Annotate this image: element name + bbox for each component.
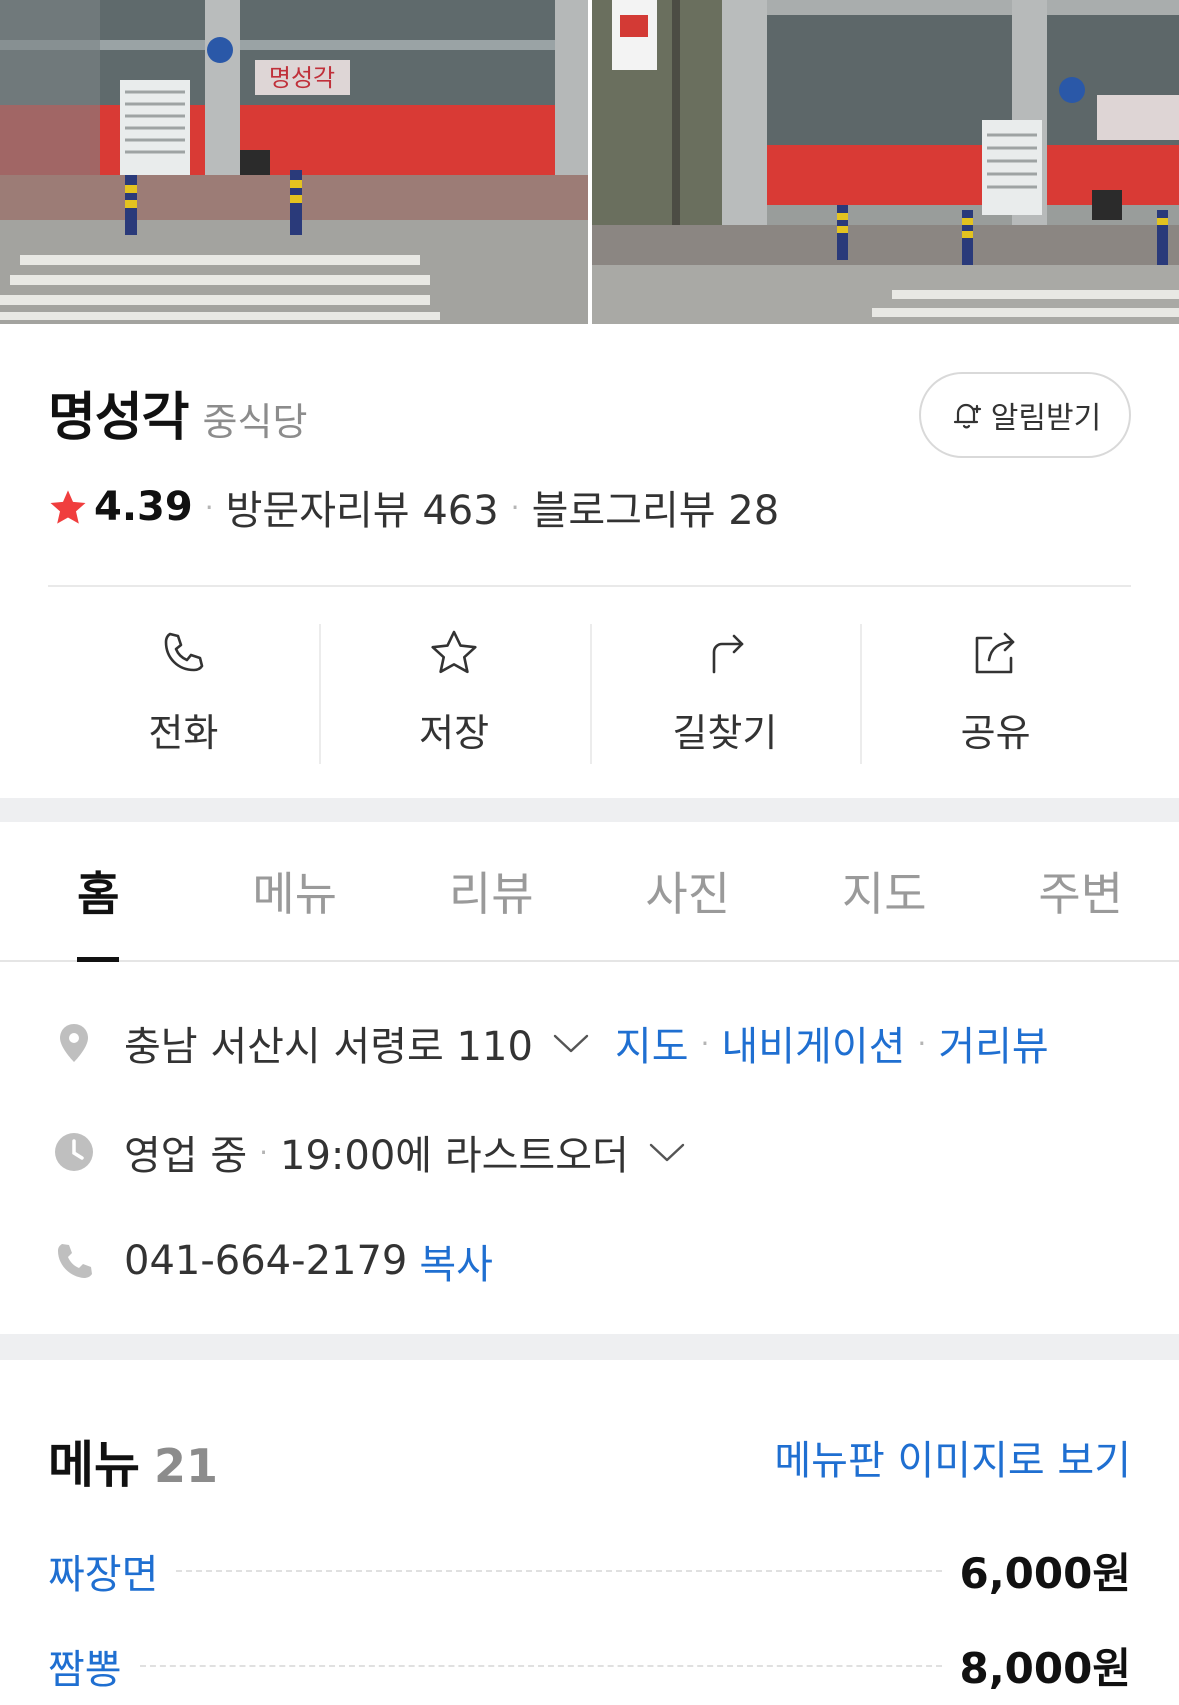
phone-row: 041-664-2179 복사 xyxy=(52,1232,493,1290)
hours-status: 영업 중 xyxy=(124,1133,248,1179)
rating-score: 4.39 xyxy=(94,484,193,530)
copy-button[interactable]: 복사 xyxy=(419,1232,493,1290)
rating-row: 4.39 · 방문자리뷰 463 · 블로그리뷰 28 xyxy=(48,478,779,536)
place-category: 중식당 xyxy=(202,400,308,444)
menu-item[interactable]: 짜장면 6,000원 xyxy=(48,1540,1131,1601)
dotted-leader xyxy=(139,1664,942,1667)
directions-button[interactable]: 길찾기 xyxy=(589,622,861,764)
action-bar: 전화 저장 길찾기 공유 xyxy=(48,622,1131,764)
place-name: 명성각 xyxy=(48,388,190,448)
separator-dot: · xyxy=(204,490,214,524)
menu-image-link[interactable]: 메뉴판 이미지로 보기 xyxy=(774,1428,1131,1486)
sign-text: 명성각 xyxy=(269,64,335,92)
menu-count: 21 xyxy=(154,1439,219,1493)
directions-label: 길찾기 xyxy=(672,711,778,755)
menu-header: 메뉴 21 xyxy=(48,1425,218,1497)
tab-map[interactable]: 지도 xyxy=(786,822,983,960)
share-button[interactable]: 공유 xyxy=(860,622,1131,764)
call-label: 전화 xyxy=(148,711,219,755)
phone-icon xyxy=(165,632,204,672)
chevron-down-icon[interactable] xyxy=(551,1031,591,1055)
bell-plus-icon xyxy=(953,403,981,429)
section-gap xyxy=(0,798,1179,822)
section-gap xyxy=(0,1334,1179,1360)
phone-filled-icon xyxy=(58,1244,92,1278)
menu-item[interactable]: 짬뽕 8,000원 xyxy=(48,1635,1131,1696)
save-label: 저장 xyxy=(419,711,490,755)
tab-bar: 홈 메뉴 리뷰 사진 지도 주변 xyxy=(0,822,1179,962)
navigation-link[interactable]: 내비게이션 xyxy=(721,1014,905,1072)
tab-nearby[interactable]: 주변 xyxy=(983,822,1179,960)
menu-item-name[interactable]: 짬뽕 xyxy=(48,1637,122,1695)
address-text: 충남 서산시 서령로 110 xyxy=(124,1024,533,1070)
directions-icon xyxy=(712,634,744,674)
dotted-leader xyxy=(176,1569,942,1572)
share-icon xyxy=(975,632,1014,674)
streetview-link[interactable]: 거리뷰 xyxy=(938,1014,1048,1072)
share-label: 공유 xyxy=(960,711,1031,755)
menu-item-price: 8,000원 xyxy=(959,1644,1132,1693)
alarm-button-label: 알림받기 xyxy=(990,401,1102,436)
storefront-photo-1[interactable]: 명성각 xyxy=(0,0,588,324)
photo-gallery[interactable]: 명성각 xyxy=(0,0,1179,324)
clock-icon xyxy=(55,1133,93,1171)
separator-dot: · xyxy=(917,1026,927,1060)
chevron-down-icon[interactable] xyxy=(647,1140,687,1164)
blog-review-link[interactable]: 블로그리뷰 28 xyxy=(532,478,780,536)
tab-review[interactable]: 리뷰 xyxy=(393,822,590,960)
phone-number[interactable]: 041-664-2179 xyxy=(124,1238,407,1284)
menu-item-price: 6,000원 xyxy=(959,1549,1132,1598)
hours-detail: 19:00에 라스트오더 xyxy=(280,1133,629,1179)
divider xyxy=(48,585,1131,587)
menu-title: 메뉴 xyxy=(48,1436,140,1494)
tab-photo[interactable]: 사진 xyxy=(590,822,787,960)
separator-dot: · xyxy=(700,1026,710,1060)
tab-menu[interactable]: 메뉴 xyxy=(197,822,394,960)
place-header: 명성각 중식당 xyxy=(48,375,307,450)
star-outline-icon xyxy=(431,630,477,674)
alarm-button[interactable]: 알림받기 xyxy=(919,372,1131,458)
menu-item-name[interactable]: 짜장면 xyxy=(48,1542,158,1600)
separator-dot: · xyxy=(259,1135,269,1169)
hours-row: 영업 중 · 19:00에 라스트오더 xyxy=(52,1123,687,1181)
star-filled-icon xyxy=(50,490,86,524)
save-button[interactable]: 저장 xyxy=(318,622,590,764)
visitor-review-link[interactable]: 방문자리뷰 463 xyxy=(226,478,499,536)
storefront-photo-2[interactable] xyxy=(592,0,1179,324)
call-button[interactable]: 전화 xyxy=(48,622,319,762)
separator-dot: · xyxy=(510,490,520,524)
address-row: 충남 서산시 서령로 110 지도 · 내비게이션 · 거리뷰 xyxy=(52,1014,1049,1072)
map-link[interactable]: 지도 xyxy=(615,1014,689,1072)
location-pin-icon xyxy=(60,1024,88,1062)
tab-home[interactable]: 홈 xyxy=(0,822,197,962)
